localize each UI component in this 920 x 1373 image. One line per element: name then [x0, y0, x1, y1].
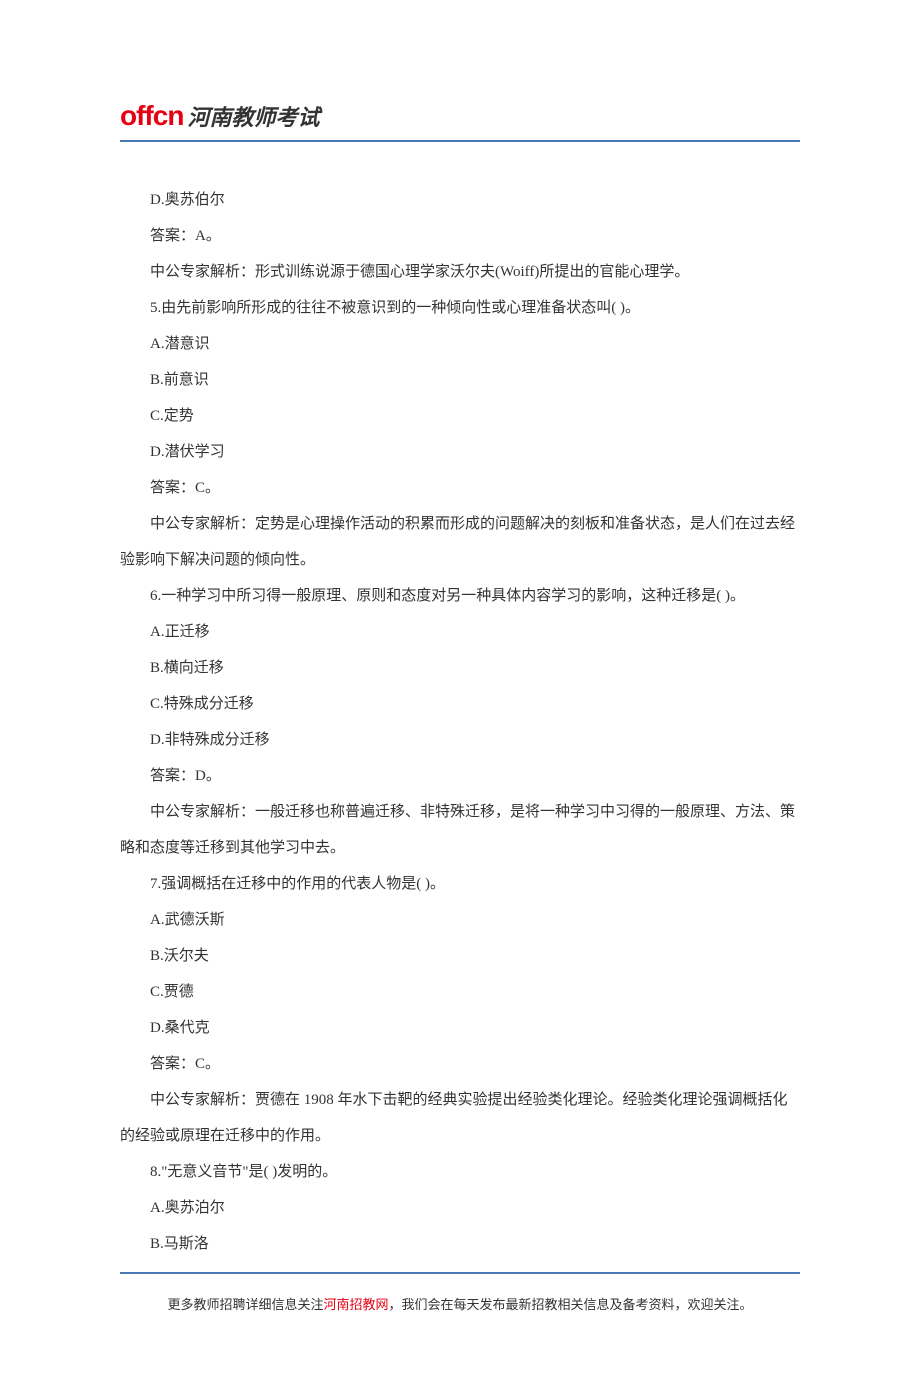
text-line: B.马斯洛	[120, 1226, 800, 1262]
text-line: 中公专家解析：形式训练说源于德国心理学家沃尔夫(Woiff)所提出的官能心理学。	[120, 254, 800, 290]
footer-separator	[120, 1272, 800, 1274]
text-line: B.沃尔夫	[120, 938, 800, 974]
text-line: C.定势	[120, 398, 800, 434]
text-line: D.非特殊成分迁移	[120, 722, 800, 758]
document-content: D.奥苏伯尔 答案：A。 中公专家解析：形式训练说源于德国心理学家沃尔夫(Woi…	[120, 182, 800, 1262]
text-line: B.横向迁移	[120, 650, 800, 686]
text-line: C.特殊成分迁移	[120, 686, 800, 722]
text-line: 答案：D。	[120, 758, 800, 794]
text-line: 8."无意义音节"是( )发明的。	[120, 1154, 800, 1190]
header-separator	[120, 140, 800, 142]
logo: offcn 河南教师考试	[120, 100, 800, 132]
text-line: C.贾德	[120, 974, 800, 1010]
text-line: 答案：A。	[120, 218, 800, 254]
text-line: 5.由先前影响所形成的往往不被意识到的一种倾向性或心理准备状态叫( )。	[120, 290, 800, 326]
page-footer: 更多教师招聘详细信息关注河南招教网，我们会在每天发布最新招教相关信息及备考资料，…	[120, 1294, 800, 1313]
footer-suffix: ，我们会在每天发布最新招教相关信息及备考资料，欢迎关注。	[389, 1297, 753, 1312]
text-line: A.武德沃斯	[120, 902, 800, 938]
text-line: D.桑代克	[120, 1010, 800, 1046]
text-line: A.正迁移	[120, 614, 800, 650]
text-line: A.奥苏泊尔	[120, 1190, 800, 1226]
logo-suffix: 河南教师考试	[187, 100, 319, 132]
footer-prefix: 更多教师招聘详细信息关注	[167, 1297, 323, 1312]
text-line: D.潜伏学习	[120, 434, 800, 470]
logo-brand: offcn	[120, 100, 183, 132]
text-line: 7.强调概括在迁移中的作用的代表人物是( )。	[120, 866, 800, 902]
page-header: offcn 河南教师考试	[120, 100, 800, 132]
text-line: B.前意识	[120, 362, 800, 398]
text-line: 答案：C。	[120, 1046, 800, 1082]
text-line: 答案：C。	[120, 470, 800, 506]
text-line: D.奥苏伯尔	[120, 182, 800, 218]
text-line: A.潜意识	[120, 326, 800, 362]
text-line: 中公专家解析：贾德在 1908 年水下击靶的经典实验提出经验类化理论。经验类化理…	[120, 1082, 800, 1154]
text-line: 中公专家解析：一般迁移也称普遍迁移、非特殊迁移，是将一种学习中习得的一般原理、方…	[120, 794, 800, 866]
footer-highlight-link: 河南招教网	[323, 1297, 388, 1312]
text-line: 6.一种学习中所习得一般原理、原则和态度对另一种具体内容学习的影响，这种迁移是(…	[120, 578, 800, 614]
text-line: 中公专家解析：定势是心理操作活动的积累而形成的问题解决的刻板和准备状态，是人们在…	[120, 506, 800, 578]
